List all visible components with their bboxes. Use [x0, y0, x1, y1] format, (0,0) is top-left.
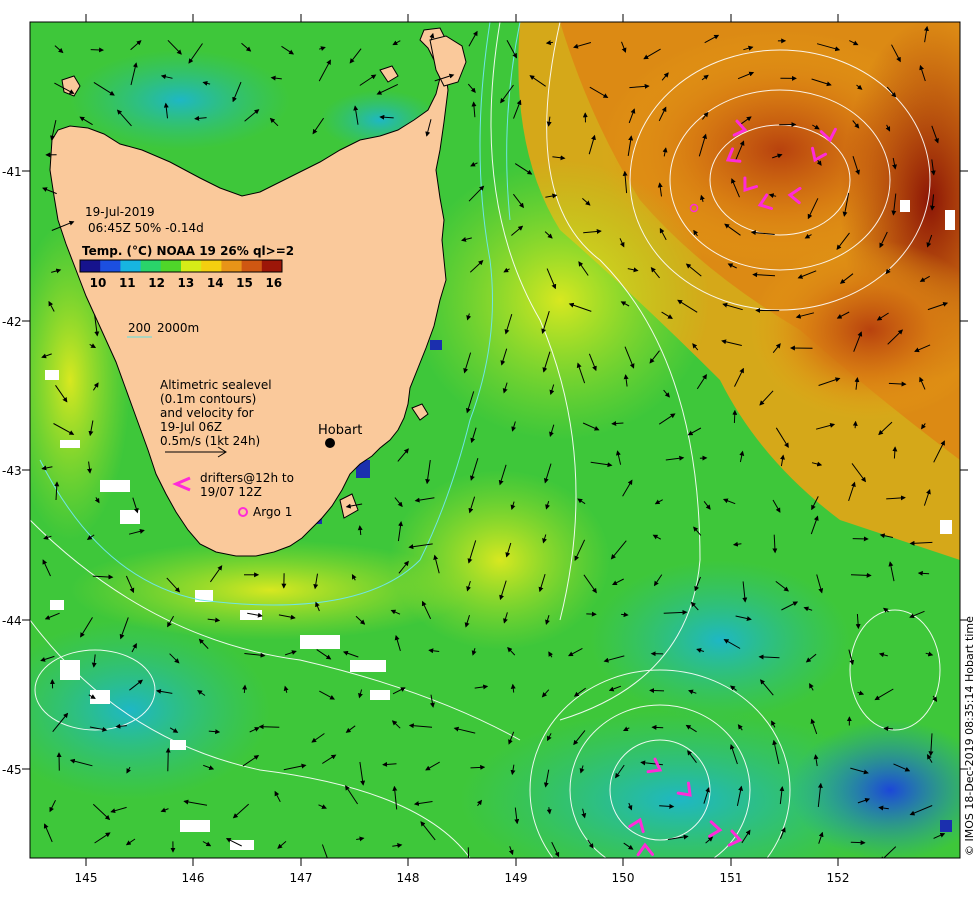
credit-text: © IMOS 18-Dec-2019 08:35:14 Hobart time: [963, 616, 976, 856]
velocity-arrow: [852, 420, 858, 429]
colorbar-tick-label: 13: [178, 276, 195, 290]
hobart-marker: [325, 438, 335, 448]
colorbar-tick-label: 14: [207, 276, 224, 290]
x-tick-label: 148: [397, 871, 420, 885]
contour-legend-2000: 2000m: [157, 321, 199, 335]
y-tick-label: -45: [2, 763, 22, 777]
colorbar-segment: [80, 260, 101, 272]
sealevel-note-line: (0.1m contours): [160, 392, 256, 406]
velocity-arrow: [892, 446, 898, 459]
velocity-arrow: [242, 684, 248, 694]
sealevel-note-line: 0.5m/s (1kt 24h): [160, 434, 260, 448]
argo-label: Argo 1: [253, 505, 292, 519]
colorbar-segment: [241, 260, 263, 272]
colorbar-tick-label: 12: [148, 276, 165, 290]
sealevel-note-line: 19-Jul 06Z: [160, 420, 222, 434]
x-tick-label: 146: [182, 871, 205, 885]
colorbar-tick-label: 15: [236, 276, 253, 290]
sst-field: [30, 22, 960, 858]
velocity-arrow: [90, 47, 105, 53]
drifters-note-line: 19/07 12Z: [200, 485, 262, 499]
colorbar-segment: [120, 260, 142, 272]
colorbar-segment: [181, 260, 202, 272]
drifters-note-line: drifters@12h to: [200, 471, 294, 485]
colorbar-segment: [160, 260, 182, 272]
y-tick-label: -44: [2, 614, 22, 628]
sealevel-note-line: Altimetric sealevel: [160, 378, 272, 392]
velocity-arrow: [165, 747, 171, 772]
sst-map: 145 146 147 148 149 150 151 152 -41 -42 -43 -44 -45…: [2, 14, 976, 885]
velocity-arrow: [883, 726, 894, 732]
velocity-arrow: [649, 688, 665, 694]
velocity-arrow: [470, 764, 486, 770]
colorbar-tick-label: 16: [265, 276, 282, 290]
velocity-arrow: [258, 724, 280, 730]
map-time-info: 06:45Z 50% -0.14d: [88, 221, 204, 235]
contour-legend-200: 200: [128, 321, 151, 335]
velocity-arrow: [621, 612, 629, 618]
colorbar-segment: [100, 260, 121, 272]
x-tick-label: 145: [75, 871, 98, 885]
velocity-arrow: [732, 409, 738, 424]
colorbar-tick-label: 10: [90, 276, 107, 290]
y-tick-label: -42: [2, 315, 22, 329]
hobart-label: Hobart: [318, 423, 362, 438]
velocity-arrow: [545, 40, 553, 46]
contour-legend: 200 2000m: [127, 321, 199, 338]
colorbar: [79, 259, 283, 273]
colorbar-segment: [201, 260, 222, 272]
colorbar-segment: [261, 260, 283, 272]
colorbar-segment: [221, 260, 243, 272]
x-tick-label: 150: [612, 871, 635, 885]
velocity-arrow: [651, 724, 664, 730]
x-tick-label: 149: [505, 871, 528, 885]
velocity-arrow: [850, 840, 866, 846]
x-tick-label: 147: [290, 871, 313, 885]
map-date: 19-Jul-2019: [85, 205, 155, 219]
x-tick-label: 152: [827, 871, 850, 885]
y-tick-label: -43: [2, 464, 22, 478]
colorbar-tick-label: 11: [119, 276, 136, 290]
colorbar-title: Temp. (°C) NOAA 19 26% ql>=2: [82, 244, 294, 258]
y-tick-label: -41: [2, 165, 22, 179]
sealevel-note-line: and velocity for: [160, 406, 254, 420]
velocity-arrow: [917, 570, 930, 576]
colorbar-segment: [140, 260, 162, 272]
x-tick-label: 151: [720, 871, 743, 885]
